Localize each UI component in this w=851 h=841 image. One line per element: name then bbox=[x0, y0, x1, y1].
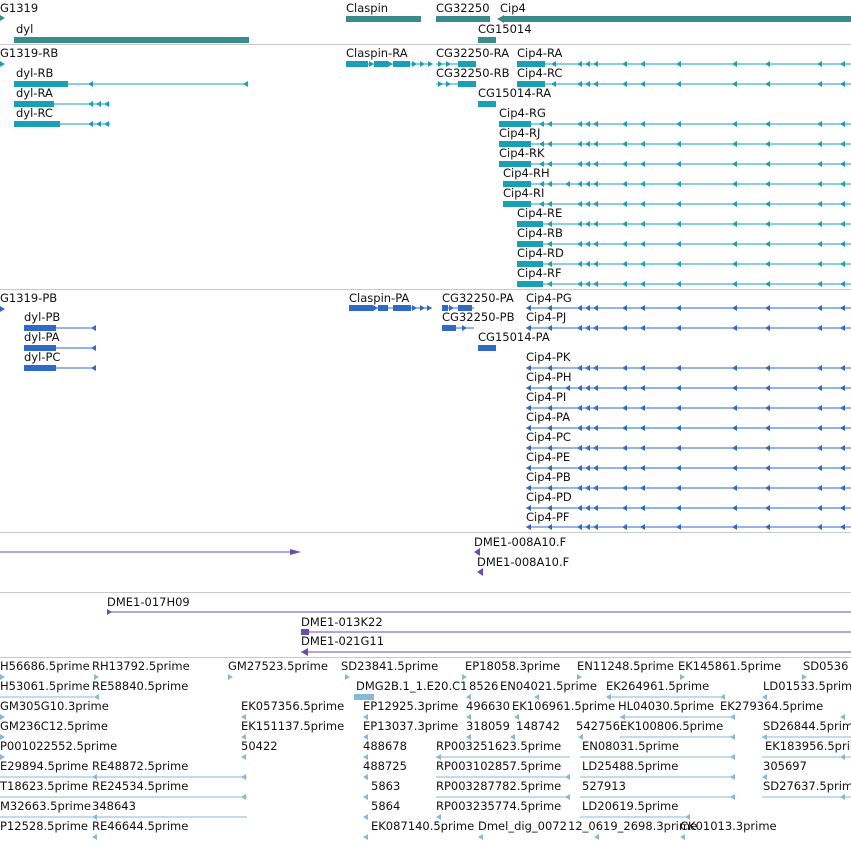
est-label[interactable]: RP003251623.5prime bbox=[436, 739, 561, 753]
est-label[interactable]: Dmel_dig_0072 bbox=[478, 819, 567, 833]
est-label[interactable]: P001022552.5prime bbox=[0, 739, 117, 753]
est-track-glyphs bbox=[0, 674, 851, 840]
est-feature[interactable] bbox=[0, 734, 851, 740]
est-label[interactable]: 12_0619_2698.3prime bbox=[568, 819, 697, 833]
est-feature[interactable] bbox=[92, 834, 685, 840]
est-label[interactable]: LD25488.5prime bbox=[582, 759, 678, 773]
genome-browser-panel[interactable]: G1319 dyl Claspin CG32250 Cip4 CG15014 G… bbox=[0, 0, 851, 841]
est-label[interactable]: 348643 bbox=[92, 799, 136, 813]
est-label[interactable]: M32663.5prime bbox=[0, 799, 91, 813]
est-label[interactable]: EK145861.5prime bbox=[678, 659, 781, 673]
est-label[interactable]: 5863 bbox=[371, 779, 400, 793]
est-label[interactable]: EK151137.5prime bbox=[241, 719, 344, 733]
est-label[interactable]: GM27523.5prime bbox=[228, 659, 328, 673]
est-label[interactable]: 148742 bbox=[516, 719, 560, 733]
est-label[interactable]: LD20619.5prime bbox=[582, 799, 678, 813]
est-label[interactable]: RE58840.5prime bbox=[92, 679, 188, 693]
est-label[interactable]: H53061.5prime bbox=[0, 679, 90, 693]
est-label[interactable]: GM305G10.3prime bbox=[0, 699, 109, 713]
est-label[interactable]: EN04021.5prime bbox=[500, 679, 597, 693]
est-label[interactable]: RP003235774.5prime bbox=[436, 799, 561, 813]
est-label[interactable]: 318059 bbox=[466, 719, 510, 733]
est-label[interactable]: 50422 bbox=[241, 739, 278, 753]
est-label[interactable]: RE24534.5prime bbox=[92, 779, 188, 793]
est-label[interactable]: HL04030.5prime bbox=[618, 699, 714, 713]
est-label[interactable]: RE46644.5prime bbox=[92, 819, 188, 833]
est-label[interactable]: 527913 bbox=[582, 779, 626, 793]
est-label[interactable]: SD27637.5prime bbox=[763, 779, 851, 793]
est-label[interactable]: 496630 bbox=[466, 699, 510, 713]
est-label[interactable]: 542756 bbox=[576, 719, 620, 733]
est-label[interactable]: DMG2B.1_1.E20.C1 bbox=[356, 679, 468, 693]
est-label[interactable]: 305697 bbox=[763, 759, 807, 773]
est-label[interactable]: CK01013.3prime bbox=[680, 819, 777, 833]
est-label[interactable]: SD0536 bbox=[803, 659, 848, 673]
est-label[interactable]: EP18058.3prime bbox=[465, 659, 560, 673]
est-label[interactable]: EK106961.5prime bbox=[512, 699, 615, 713]
est-label[interactable]: LD01533.5prime bbox=[763, 679, 851, 693]
est-label[interactable]: H56686.5prime bbox=[0, 659, 90, 673]
est-label[interactable]: RP003287782.5prime bbox=[436, 779, 561, 793]
est-label[interactable]: EK279364.5prime bbox=[720, 699, 823, 713]
est-label[interactable]: SD23841.5prime bbox=[341, 659, 438, 673]
est-label[interactable]: 488678 bbox=[363, 739, 407, 753]
est-label[interactable]: EP12925.3prime bbox=[363, 699, 458, 713]
est-label[interactable]: EK100806.5prime bbox=[620, 719, 723, 733]
est-label[interactable]: EK087140.5prime bbox=[371, 819, 474, 833]
est-label[interactable]: E29894.5prime bbox=[0, 759, 88, 773]
est-label[interactable]: EK057356.5prime bbox=[241, 699, 344, 713]
est-label[interactable]: RP003102857.5prime bbox=[436, 759, 561, 773]
est-label[interactable]: EK264961.5prime bbox=[606, 679, 709, 693]
est-label[interactable]: RE48872.5prime bbox=[92, 759, 188, 773]
est-label[interactable]: EN08031.5prime bbox=[582, 739, 679, 753]
est-label[interactable]: EN11248.5prime bbox=[577, 659, 674, 673]
est-label[interactable]: P12528.5prime bbox=[0, 819, 88, 833]
est-label[interactable]: RH13792.5prime bbox=[92, 659, 190, 673]
est-label[interactable]: 488725 bbox=[363, 759, 407, 773]
est-label[interactable]: SD26844.5prime bbox=[763, 719, 851, 733]
est-label[interactable]: T18623.5prime bbox=[0, 779, 88, 793]
est-label[interactable]: EK183956.5prime bbox=[765, 739, 851, 753]
est-label[interactable]: 5864 bbox=[371, 799, 400, 813]
est-label[interactable]: 8526 bbox=[469, 679, 498, 693]
est-label[interactable]: GM236C12.5prime bbox=[0, 719, 108, 733]
est-label[interactable]: EP13037.3prime bbox=[363, 719, 458, 733]
